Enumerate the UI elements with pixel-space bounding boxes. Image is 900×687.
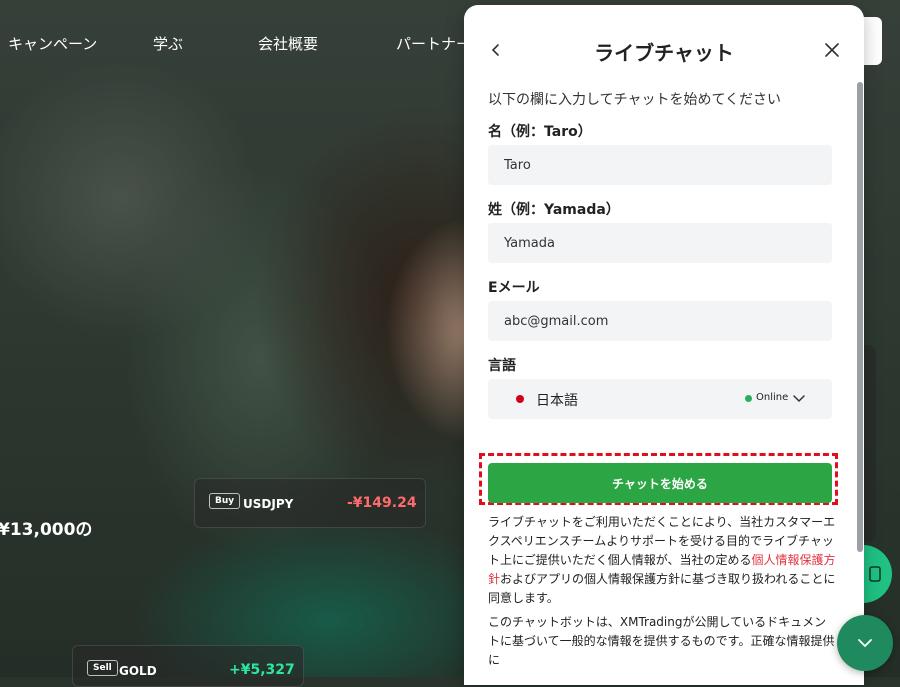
ticker-usdjpy[interactable]: Buy USDJPY -¥149.24 [194, 478, 426, 528]
online-status-text: Online [756, 392, 789, 403]
email-field[interactable] [488, 301, 832, 341]
buy-tag: Buy [209, 493, 241, 509]
first-name-field[interactable] [488, 145, 832, 185]
chat-intro-text: 以下の欄に入力してチャットを始めてください [488, 92, 782, 108]
live-chat-panel: ライブチャット 以下の欄に入力してチャットを始めてください 名（例：Taro） … [464, 5, 864, 685]
close-button[interactable] [820, 38, 844, 62]
nav-item-campaign[interactable]: キャンペーン [8, 33, 97, 54]
sell-tag: Sell [87, 660, 118, 676]
nav-item-learn[interactable]: 学ぶ [153, 33, 183, 54]
start-chat-button[interactable]: チャットを始める [488, 463, 832, 503]
side-card-edge [862, 345, 876, 541]
chevron-down-icon [793, 395, 805, 403]
language-value: 日本語 [536, 393, 578, 409]
chat-scrollbar[interactable] [857, 82, 863, 552]
language-label: 言語 [488, 358, 516, 374]
ticker-price: +¥5,327 [229, 662, 295, 678]
consent-text-after: およびアプリの個人情報保護方針に基づき取り扱われることに同意します。 [488, 572, 836, 605]
language-flag-icon [516, 395, 524, 403]
email-label: Eメール [488, 280, 540, 296]
language-select[interactable]: 日本語 Online [488, 379, 832, 419]
consent-text: ライブチャットをご利用いただくことにより、当社カスタマーエクスペリエンスチームよ… [488, 513, 836, 608]
ticker-price: -¥149.24 [347, 495, 417, 511]
first-name-label: 名（例：Taro） [488, 124, 592, 140]
nav-item-partner[interactable]: パートナー [396, 33, 471, 54]
last-name-field[interactable] [488, 223, 832, 263]
chatbot-disclaimer: このチャットボットは、XMTradingが公開しているドキュメントに基づいて一般… [488, 615, 835, 667]
minimize-chat-button[interactable] [837, 615, 893, 671]
online-status-icon [745, 395, 752, 402]
ticker-symbol: GOLD [119, 664, 157, 678]
promo-amount: ¥13,000の [0, 520, 93, 540]
ticker-gold[interactable]: Sell GOLD +¥5,327 [72, 645, 304, 687]
chat-header: ライブチャット [464, 5, 864, 85]
chevron-down-icon [858, 639, 872, 648]
nav-item-company[interactable]: 会社概要 [258, 33, 318, 54]
chat-title: ライブチャット [594, 41, 734, 65]
ticker-symbol: USDJPY [243, 497, 294, 511]
close-icon [825, 43, 839, 57]
device-icon [869, 566, 881, 582]
last-name-label: 姓（例：Yamada） [488, 202, 620, 218]
